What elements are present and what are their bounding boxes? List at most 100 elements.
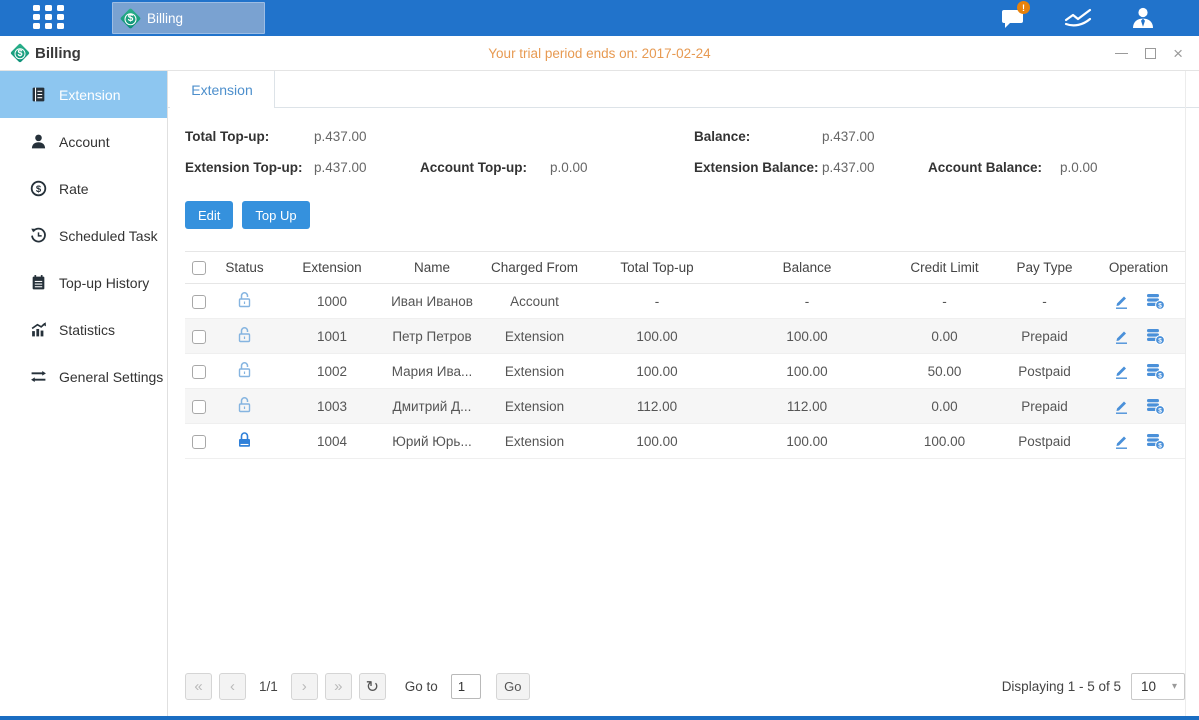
sidebar-item-rate[interactable]: $ Rate [0, 165, 167, 212]
billing-app-icon: $ [120, 7, 141, 28]
lock-status-icon[interactable] [236, 291, 253, 309]
notifications-icon[interactable]: ! [999, 6, 1027, 30]
cell-pay-type: - [997, 284, 1092, 319]
rate-dollar-icon: $ [30, 180, 47, 197]
page-size-value: 10 [1141, 679, 1156, 694]
prev-page-button[interactable]: ‹ [219, 673, 246, 700]
goto-page-input[interactable] [451, 674, 481, 699]
topup-row-icon[interactable]: $ [1146, 363, 1165, 380]
edit-row-icon[interactable] [1113, 398, 1130, 415]
svg-text:$: $ [1158, 302, 1162, 309]
resource-monitor-icon[interactable] [1064, 6, 1092, 30]
topup-row-icon[interactable]: $ [1146, 293, 1165, 310]
cell-balance: 100.00 [722, 424, 892, 459]
topup-row-icon[interactable]: $ [1146, 433, 1165, 450]
cell-balance: 100.00 [722, 319, 892, 354]
header-balance: Balance [722, 252, 892, 284]
sidebar: Extension Account $ Rate Scheduled Task [0, 71, 168, 716]
table-row: 1002 Мария Ива... Extension 100.00 100.0… [185, 354, 1185, 389]
cell-balance: 100.00 [722, 354, 892, 389]
next-page-button[interactable]: › [291, 673, 318, 700]
row-checkbox[interactable] [192, 295, 206, 309]
topup-history-notepad-icon [30, 274, 47, 291]
sidebar-item-topup-history[interactable]: Top-up History [0, 259, 167, 306]
select-all-checkbox[interactable] [192, 261, 206, 275]
cell-charged-from: Extension [477, 354, 592, 389]
topbar-icons: ! [999, 6, 1157, 30]
maximize-button[interactable] [1145, 48, 1156, 59]
first-page-button[interactable]: « [185, 673, 212, 700]
trial-notice: Your trial period ends on: 2017-02-24 [0, 46, 1199, 61]
content-edge-divider [1185, 71, 1186, 716]
table-row: 1001 Петр Петров Extension 100.00 100.00… [185, 319, 1185, 354]
sidebar-item-general-settings[interactable]: General Settings [0, 353, 167, 400]
cell-name: Петр Петров [387, 319, 477, 354]
lock-status-icon[interactable] [236, 361, 253, 379]
minimize-button[interactable] [1115, 53, 1128, 54]
cell-credit-limit: 50.00 [892, 354, 997, 389]
lock-status-icon[interactable] [236, 396, 253, 414]
account-person-icon [30, 133, 47, 150]
cell-extension: 1004 [277, 424, 387, 459]
sidebar-item-scheduled-task[interactable]: Scheduled Task [0, 212, 167, 259]
tab-extension[interactable]: Extension [170, 71, 275, 108]
billing-window-icon: $ [10, 43, 30, 63]
row-checkbox[interactable] [192, 435, 206, 449]
table-row: 1004 Юрий Юрь... Extension 100.00 100.00… [185, 424, 1185, 459]
cell-pay-type: Postpaid [997, 424, 1092, 459]
lock-status-icon[interactable] [236, 326, 253, 344]
topup-row-icon[interactable]: $ [1146, 328, 1165, 345]
cell-pay-type: Prepaid [997, 389, 1092, 424]
cell-name: Дмитрий Д... [387, 389, 477, 424]
extension-topup-value: p.437.00 [314, 160, 420, 175]
row-checkbox[interactable] [192, 400, 206, 414]
lock-status-icon[interactable] [236, 431, 253, 449]
edit-row-icon[interactable] [1113, 328, 1130, 345]
svg-text:$: $ [36, 184, 42, 195]
refresh-button[interactable]: ↻ [359, 673, 386, 700]
cell-extension: 1000 [277, 284, 387, 319]
extension-table: Status Extension Name Charged From Total… [185, 251, 1185, 459]
edit-row-icon[interactable] [1113, 433, 1130, 450]
go-button[interactable]: Go [496, 673, 530, 700]
cell-total-topup: 100.00 [592, 424, 722, 459]
sidebar-item-label: Extension [59, 87, 120, 103]
edit-row-icon[interactable] [1113, 293, 1130, 310]
sidebar-item-label: Top-up History [59, 275, 149, 291]
taskbar-tab-billing[interactable]: $ Billing [112, 2, 265, 34]
edit-button[interactable]: Edit [185, 201, 233, 229]
table-row: 1003 Дмитрий Д... Extension 112.00 112.0… [185, 389, 1185, 424]
cell-total-topup: 100.00 [592, 354, 722, 389]
header-status: Status [212, 252, 277, 284]
header-total-topup: Total Top-up [592, 252, 722, 284]
page-size-select[interactable]: 10 ▾ [1131, 673, 1185, 700]
row-checkbox[interactable] [192, 365, 206, 379]
last-page-button[interactable]: » [325, 673, 352, 700]
sidebar-item-extension[interactable]: Extension [0, 71, 167, 118]
extension-balance-label: Extension Balance: [694, 160, 822, 175]
cell-extension: 1001 [277, 319, 387, 354]
table-row: 1000 Иван Иванов Account - - - - $ [185, 284, 1185, 319]
taskbar-tab-label: Billing [147, 11, 183, 26]
account-topup-value: p.0.00 [550, 160, 694, 175]
sidebar-item-label: Statistics [59, 322, 115, 338]
account-balance-label: Account Balance: [928, 160, 1060, 175]
close-button[interactable]: × [1173, 48, 1183, 59]
cell-name: Юрий Юрь... [387, 424, 477, 459]
window-title-bar: $ Billing Your trial period ends on: 201… [0, 36, 1199, 71]
row-checkbox[interactable] [192, 330, 206, 344]
edit-row-icon[interactable] [1113, 363, 1130, 380]
account-topup-label: Account Top-up: [420, 160, 550, 175]
sidebar-item-statistics[interactable]: Statistics [0, 306, 167, 353]
app-launcher-icon[interactable] [33, 5, 65, 31]
header-credit-limit: Credit Limit [892, 252, 997, 284]
extension-balance-value: p.437.00 [822, 160, 928, 175]
sidebar-item-account[interactable]: Account [0, 118, 167, 165]
displaying-info: Displaying 1 - 5 of 5 [1002, 679, 1121, 694]
topup-button[interactable]: Top Up [242, 201, 309, 229]
svg-text:$: $ [1158, 337, 1162, 344]
sidebar-item-label: Rate [59, 181, 89, 197]
topup-row-icon[interactable]: $ [1146, 398, 1165, 415]
user-account-icon[interactable] [1129, 6, 1157, 30]
sidebar-item-label: Account [59, 134, 110, 150]
